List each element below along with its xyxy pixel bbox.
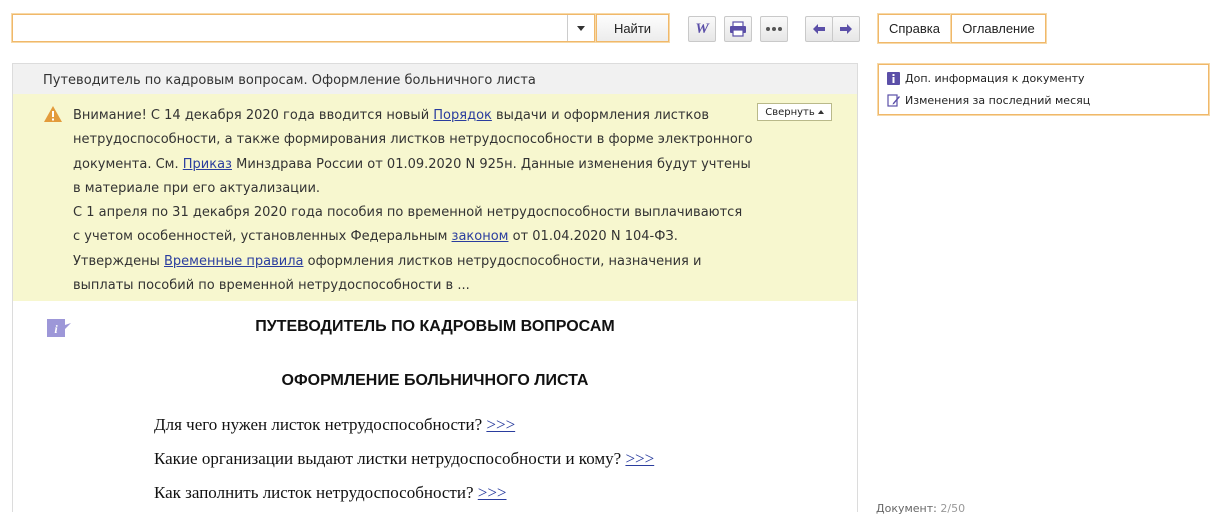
document-info-panel: Доп. информация к документу Изменения за… xyxy=(878,64,1209,115)
warning-notice: Внимание! С 14 декабря 2020 года вводитс… xyxy=(13,94,857,301)
question-text: Для чего нужен листок нетрудоспособности… xyxy=(154,415,487,434)
back-button[interactable] xyxy=(805,16,833,42)
chevron-down-icon xyxy=(577,25,585,31)
info-row-label: Доп. информация к документу xyxy=(905,72,1085,85)
find-button[interactable]: Найти xyxy=(596,14,669,42)
info-icon xyxy=(887,72,900,85)
question-link[interactable]: >>> xyxy=(478,483,507,502)
document-heading-sub: ОФОРМЛЕНИЕ БОЛЬНИЧНОГО ЛИСТА xyxy=(281,372,589,389)
question-line: Какие организации выдают листки нетрудос… xyxy=(154,449,654,469)
order-link[interactable]: Порядок xyxy=(433,108,492,123)
document-heading-main: ПУТЕВОДИТЕЛЬ ПО КАДРОВЫМ ВОПРОСАМ xyxy=(255,318,615,335)
search-history-dropdown[interactable] xyxy=(567,15,594,41)
notice-text: Внимание! С 14 декабря 2020 года вводитс… xyxy=(73,104,753,298)
doc-additional-info-link[interactable]: Доп. информация к документу xyxy=(887,72,1085,85)
question-text: Какие организации выдают листки нетрудос… xyxy=(154,449,626,468)
law-link[interactable]: законом xyxy=(452,229,509,244)
tab-contents[interactable]: Оглавление xyxy=(951,14,1046,43)
recent-changes-link[interactable]: Изменения за последний месяц xyxy=(887,94,1090,107)
document-title: Путеводитель по кадровым вопросам. Оформ… xyxy=(43,73,536,88)
question-line: Как заполнить листок нетрудоспособности?… xyxy=(154,483,507,503)
notice-text-part: от 01.04.2020 N 104-ФЗ. xyxy=(508,229,678,245)
forward-button[interactable] xyxy=(832,16,860,42)
temporary-rules-link[interactable]: Временные правила xyxy=(164,254,303,269)
printer-icon xyxy=(730,21,746,37)
arrow-left-icon xyxy=(813,24,825,34)
search-input[interactable] xyxy=(15,17,569,41)
document-counter: Документ: 2/50 xyxy=(876,502,965,515)
arrow-right-icon xyxy=(840,24,852,34)
question-link[interactable]: >>> xyxy=(625,449,654,468)
notice-text-part: Внимание! С 14 декабря 2020 года вводитс… xyxy=(73,108,434,123)
tab-help[interactable]: Справка xyxy=(878,14,951,43)
document-header: Путеводитель по кадровым вопросам. Оформ… xyxy=(13,64,857,94)
more-dots-icon xyxy=(766,27,782,31)
question-link[interactable]: >>> xyxy=(486,415,515,434)
chevron-up-icon xyxy=(817,110,824,114)
notice-text-part: Утверждены xyxy=(73,253,164,269)
export-word-button[interactable]: W xyxy=(688,16,716,42)
document-counter-value: 2/50 xyxy=(940,502,966,515)
more-button[interactable] xyxy=(760,16,788,42)
print-button[interactable] xyxy=(724,16,752,42)
warning-icon xyxy=(44,106,62,122)
document-panel: Путеводитель по кадровым вопросам. Оформ… xyxy=(12,63,858,512)
edit-document-icon xyxy=(887,94,900,107)
search-box xyxy=(12,14,595,42)
collapse-label: Свернуть xyxy=(765,106,815,118)
info-row-label: Изменения за последний месяц xyxy=(905,94,1091,107)
word-icon: W xyxy=(695,20,709,37)
document-counter-label: Документ: xyxy=(876,502,941,515)
decree-link[interactable]: Приказ xyxy=(183,157,232,172)
question-line: Для чего нужен листок нетрудоспособности… xyxy=(154,415,515,435)
collapse-button[interactable]: Свернуть xyxy=(757,103,832,121)
question-text: Как заполнить листок нетрудоспособности? xyxy=(154,483,478,502)
